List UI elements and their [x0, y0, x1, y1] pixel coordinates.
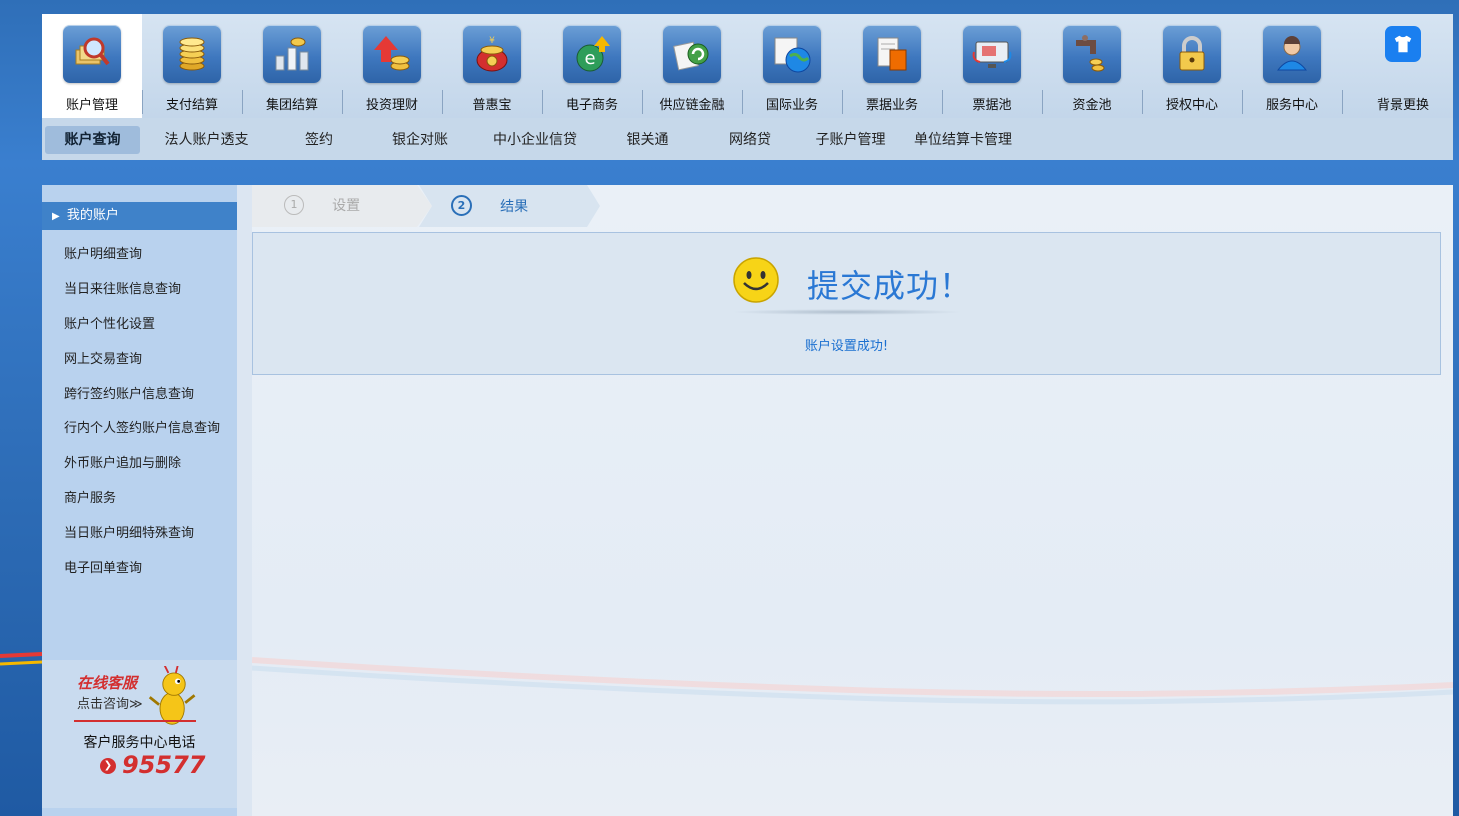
nav-item-label: 票据池	[972, 98, 1012, 113]
top-nav-bar: 账户管理 支付结算 集团结算 投资理财 ¥ 普惠宝 e 电子商务 供应链金融 国…	[42, 14, 1453, 118]
sub-nav-reconciliation[interactable]: 银企对账	[385, 126, 455, 154]
title-shadow	[731, 309, 963, 315]
bill-document-icon	[863, 25, 921, 83]
step-label: 结果	[500, 198, 529, 215]
success-message: 账户设置成功!	[804, 339, 889, 354]
sub-nav-overdraft[interactable]: 法人账户透支	[154, 126, 259, 154]
nav-item-label: 投资理财	[365, 98, 418, 113]
result-panel: 提交成功！ 账户设置成功!	[252, 232, 1441, 375]
sub-nav-online-loan[interactable]: 网络贷	[720, 126, 780, 154]
group-coins-icon	[263, 25, 321, 83]
sidebar-item-e-receipt[interactable]: 电子回单查询	[64, 557, 142, 576]
nav-item-label: 国际业务	[765, 98, 818, 113]
sub-nav-customs[interactable]: 银关通	[620, 126, 675, 154]
sidebar-item-daily-transactions[interactable]: 当日来往账信息查询	[64, 278, 181, 297]
triangle-right-icon: ▶	[52, 211, 60, 222]
nav-item-label: 普惠宝	[472, 98, 512, 113]
nav-item-payment-settlement[interactable]: 支付结算	[142, 14, 242, 118]
skin-change-label[interactable]: 背景更换	[1363, 94, 1443, 113]
sidebar: ▶ 我的账户 账户明细查询 当日来往账信息查询 账户个性化设置 网上交易查询 跨…	[42, 185, 237, 816]
smiley-icon	[733, 257, 779, 303]
sidebar-item-personal-accounts[interactable]: 行内个人签约账户信息查询	[64, 417, 220, 436]
nav-item-fund-pool[interactable]: 资金池	[1042, 14, 1142, 118]
coin-stack-icon	[163, 25, 221, 83]
mascot-icon	[148, 666, 196, 725]
nav-item-supply-chain[interactable]: 供应链金融	[642, 14, 742, 118]
sub-nav-bar: 账户查询 法人账户透支 签约 银企对账 中小企业信贷 银关通 网络贷 子账户管理…	[42, 118, 1453, 160]
nav-item-authorization[interactable]: 授权中心	[1142, 14, 1242, 118]
step-number-badge: 1	[284, 195, 304, 215]
step-number-badge: 2	[451, 195, 472, 216]
bill-pool-icon	[963, 25, 1021, 83]
tshirt-icon[interactable]	[1385, 26, 1421, 62]
sidebar-item-personalization[interactable]: 账户个性化设置	[64, 313, 155, 332]
nav-item-ecommerce[interactable]: e 电子商务	[542, 14, 642, 118]
magnifier-money-icon	[63, 25, 121, 83]
step-2: 2 结果	[451, 195, 528, 217]
ecommerce-icon: e	[563, 25, 621, 83]
nav-item-label: 资金池	[1072, 98, 1112, 113]
nav-item-label: 服务中心	[1265, 98, 1318, 113]
svg-text:e: e	[584, 48, 595, 69]
sub-nav-settlement-card[interactable]: 单位结算卡管理	[908, 126, 1018, 154]
consult-link[interactable]: 点击咨询≫	[77, 693, 143, 712]
support-divider	[74, 720, 196, 722]
nav-item-label: 票据业务	[865, 98, 918, 113]
phone-arrow-icon: ❯	[100, 758, 116, 774]
nav-item-puhuibao[interactable]: ¥ 普惠宝	[442, 14, 542, 118]
treasure-pot-icon: ¥	[463, 25, 521, 83]
user-service-icon	[1263, 25, 1321, 83]
decorative-wave	[252, 657, 1453, 705]
padlock-icon	[1163, 25, 1221, 83]
sidebar-item-foreign-currency[interactable]: 外币账户追加与删除	[64, 452, 181, 471]
nav-item-label: 支付结算	[165, 98, 218, 113]
sub-nav-account-query[interactable]: 账户查询	[45, 126, 140, 154]
supply-chain-icon	[663, 25, 721, 83]
sidebar-gutter	[237, 185, 252, 816]
nav-item-bill-pool[interactable]: 票据池	[942, 14, 1042, 118]
online-service-label[interactable]: 在线客服	[77, 672, 137, 693]
sidebar-header[interactable]: ▶ 我的账户	[42, 202, 237, 230]
sidebar-item-merchant-service[interactable]: 商户服务	[64, 487, 116, 506]
support-box: 在线客服 点击咨询≫ 客户服务中心电话 ❯ 95577	[42, 660, 237, 808]
sidebar-item-special-query[interactable]: 当日账户明细特殊查询	[64, 522, 194, 541]
nav-item-label: 账户管理	[65, 98, 118, 113]
hotline-number: 95577	[122, 751, 206, 779]
nav-item-label: 供应链金融	[659, 98, 725, 113]
nav-item-group-settlement[interactable]: 集团结算	[242, 14, 342, 118]
main-content: 1 设置 2 结果 提交成功！ 账户设置成功!	[252, 185, 1453, 816]
hotline-label: 客户服务中心电话	[83, 735, 196, 751]
nav-item-label: 电子商务	[565, 98, 618, 113]
nav-item-label: 集团结算	[265, 98, 318, 113]
globe-icon	[763, 25, 821, 83]
nav-divider	[1342, 90, 1343, 114]
step-label: 设置	[332, 198, 361, 214]
svg-text:¥: ¥	[489, 36, 495, 46]
decorative-stripe	[0, 652, 42, 666]
sub-nav-sme-credit[interactable]: 中小企业信贷	[485, 126, 585, 154]
faucet-coins-icon	[1063, 25, 1121, 83]
sub-nav-contract[interactable]: 签约	[294, 126, 344, 154]
sidebar-item-interbank-accounts[interactable]: 跨行签约账户信息查询	[64, 383, 194, 402]
rising-arrow-coins-icon	[363, 25, 421, 83]
sub-nav-sub-account[interactable]: 子账户管理	[808, 126, 893, 154]
nav-item-bill-business[interactable]: 票据业务	[842, 14, 942, 118]
nav-item-international[interactable]: 国际业务	[742, 14, 842, 118]
step-1: 1 设置	[284, 195, 360, 217]
nav-item-account-management[interactable]: 账户管理	[42, 14, 142, 118]
nav-item-investment[interactable]: 投资理财	[342, 14, 442, 118]
sidebar-item-online-trade-query[interactable]: 网上交易查询	[64, 348, 142, 367]
nav-item-label: 授权中心	[1165, 98, 1218, 113]
sidebar-item-account-detail[interactable]: 账户明细查询	[64, 243, 142, 262]
success-title: 提交成功！	[807, 267, 973, 305]
sidebar-header-label: 我的账户	[66, 208, 119, 223]
nav-item-service-center[interactable]: 服务中心	[1242, 14, 1342, 118]
